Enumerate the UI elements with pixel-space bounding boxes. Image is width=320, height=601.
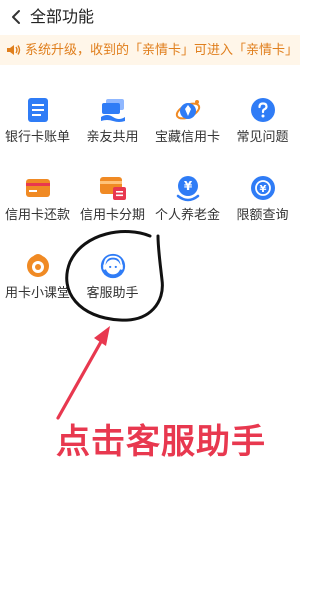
feature-page: 全部功能 系统升级，收到的「亲情卡」可进入「亲情卡」 银行卡账单 亲友共用 宝藏…: [0, 0, 300, 601]
card-repay-icon: [24, 174, 52, 202]
feature-label: 银行卡账单: [4, 130, 70, 145]
shared-card-icon: [99, 96, 127, 124]
feature-label: 信用卡还款: [4, 208, 70, 223]
feature-label: 用卡小课堂: [4, 286, 70, 301]
page-header: 全部功能: [0, 0, 300, 34]
question-icon: [249, 96, 277, 124]
feature-pension[interactable]: ¥ 个人养老金: [150, 162, 225, 240]
bill-icon: [24, 96, 52, 124]
svg-text:¥: ¥: [259, 184, 266, 195]
notice-text: 系统升级，收到的「亲情卡」可进入「亲情卡」: [25, 43, 299, 58]
feature-limit-query[interactable]: ¥ 限额查询: [225, 162, 300, 240]
feature-label: 个人养老金: [154, 208, 220, 223]
customer-service-icon: [99, 252, 127, 280]
speaker-icon: [7, 45, 21, 55]
feature-label: 信用卡分期: [79, 208, 145, 223]
feature-card-repay[interactable]: 信用卡还款: [0, 162, 75, 240]
pension-icon: ¥: [174, 174, 202, 202]
feature-shared[interactable]: 亲友共用: [75, 84, 150, 162]
feature-label: 客服助手: [86, 286, 139, 301]
back-button[interactable]: [6, 7, 26, 27]
card-installment-icon: [99, 174, 127, 202]
feature-faq[interactable]: 常见问题: [225, 84, 300, 162]
chevron-left-icon: [12, 10, 20, 24]
feature-bank-bill[interactable]: 银行卡账单: [0, 84, 75, 162]
notice-bar[interactable]: 系统升级，收到的「亲情卡」可进入「亲情卡」: [0, 35, 300, 65]
treasure-card-icon: [174, 96, 202, 124]
page-title: 全部功能: [30, 7, 95, 26]
feature-label: 亲友共用: [86, 130, 139, 145]
arrow-head: [94, 326, 110, 346]
arrow-shaft: [56, 338, 104, 420]
feature-customer-service[interactable]: 客服助手: [75, 240, 150, 318]
feature-card-installment[interactable]: 信用卡分期: [75, 162, 150, 240]
feature-label: 常见问题: [236, 130, 289, 145]
feature-card-class[interactable]: 用卡小课堂: [0, 240, 75, 318]
feature-label: 限额查询: [236, 208, 289, 223]
svg-text:¥: ¥: [183, 179, 192, 193]
card-class-icon: [24, 252, 52, 280]
feature-label: 宝藏信用卡: [154, 130, 220, 145]
limit-query-icon: ¥: [249, 174, 277, 202]
annotation-text: 点击客服助手: [56, 422, 266, 462]
feature-treasure-card[interactable]: 宝藏信用卡: [150, 84, 225, 162]
